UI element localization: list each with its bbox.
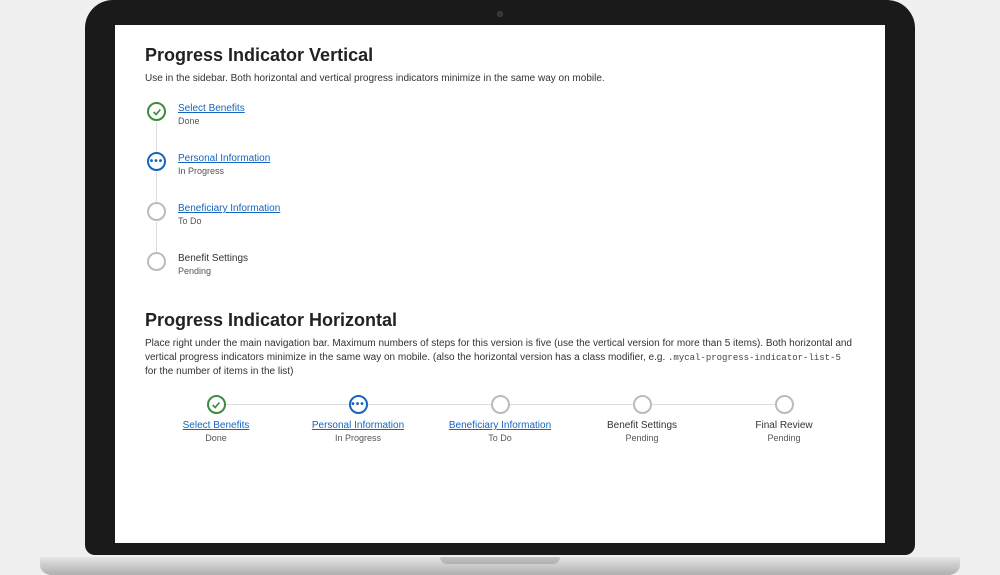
circle-icon — [491, 395, 510, 414]
ellipsis-icon: ••• — [349, 395, 368, 414]
horizontal-step: Benefit Settings Pending — [571, 395, 713, 443]
laptop-bezel: Progress Indicator Vertical Use in the s… — [85, 0, 915, 555]
horizontal-step: Select Benefits Done — [145, 395, 287, 443]
step-status: Pending — [178, 266, 248, 276]
step-status: In Progress — [178, 166, 270, 176]
horizontal-title: Progress Indicator Horizontal — [145, 310, 855, 331]
check-icon — [207, 395, 226, 414]
step-link-personal-information[interactable]: Personal Information — [312, 420, 404, 431]
horizontal-progress-list: Select Benefits Done ••• Personal Inform… — [145, 395, 855, 443]
vertical-title: Progress Indicator Vertical — [145, 45, 855, 66]
step-link-beneficiary-information[interactable]: Beneficiary Information — [178, 203, 280, 214]
step-status: Pending — [571, 433, 713, 443]
vertical-description: Use in the sidebar. Both horizontal and … — [145, 72, 855, 86]
laptop-base — [40, 557, 960, 575]
step-status: Done — [178, 116, 245, 126]
horizontal-step: Final Review Pending — [713, 395, 855, 443]
vertical-step: Benefit Settings Pending — [147, 252, 855, 276]
horizontal-step: Beneficiary Information To Do — [429, 395, 571, 443]
laptop-frame: Progress Indicator Vertical Use in the s… — [40, 0, 960, 575]
step-status: Done — [145, 433, 287, 443]
ellipsis-icon: ••• — [147, 152, 166, 171]
screen-content: Progress Indicator Vertical Use in the s… — [115, 25, 885, 543]
circle-icon — [775, 395, 794, 414]
horizontal-step: ••• Personal Information In Progress — [287, 395, 429, 443]
code-snippet: .mycal-progress-indicator-list-5 — [668, 353, 841, 363]
step-link-select-benefits[interactable]: Select Benefits — [183, 420, 250, 431]
laptop-notch — [440, 557, 560, 564]
step-link-select-benefits[interactable]: Select Benefits — [178, 103, 245, 114]
vertical-step: Beneficiary Information To Do — [147, 202, 855, 252]
step-label-benefit-settings: Benefit Settings — [607, 420, 677, 431]
step-link-beneficiary-information[interactable]: Beneficiary Information — [449, 420, 551, 431]
camera-icon — [497, 11, 503, 17]
horizontal-description: Place right under the main navigation ba… — [145, 337, 855, 379]
vertical-progress-list: Select Benefits Done ••• Personal Inform… — [147, 102, 855, 276]
step-label-final-review: Final Review — [755, 420, 812, 431]
vertical-step: Select Benefits Done — [147, 102, 855, 152]
vertical-step: ••• Personal Information In Progress — [147, 152, 855, 202]
circle-icon — [633, 395, 652, 414]
check-icon — [147, 102, 166, 121]
circle-icon — [147, 252, 166, 271]
step-label-benefit-settings: Benefit Settings — [178, 253, 248, 264]
circle-icon — [147, 202, 166, 221]
step-status: To Do — [178, 216, 280, 226]
step-status: To Do — [429, 433, 571, 443]
step-status: Pending — [713, 433, 855, 443]
step-link-personal-information[interactable]: Personal Information — [178, 153, 270, 164]
step-status: In Progress — [287, 433, 429, 443]
